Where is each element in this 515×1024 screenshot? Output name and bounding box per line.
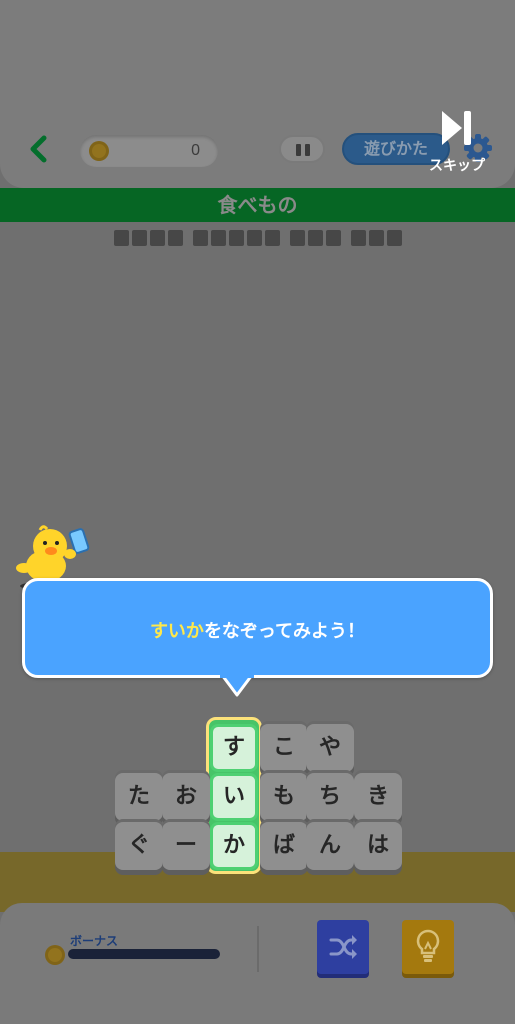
- tutorial-bubble: すいかをなぞってみよう！: [22, 578, 493, 678]
- letter-tile[interactable]: ば: [260, 822, 308, 870]
- letter-tile[interactable]: ち: [306, 773, 354, 821]
- skip-button[interactable]: スキップ: [424, 108, 490, 174]
- tutorial-message: すいかをなぞってみよう！: [25, 617, 490, 643]
- bonus-progress-bar: [68, 949, 220, 959]
- letter-tile[interactable]: か: [210, 822, 258, 870]
- letter-tile[interactable]: た: [115, 773, 163, 821]
- letter-tile[interactable]: は: [354, 822, 402, 870]
- tutorial-highlight-word: すいか: [149, 621, 204, 642]
- hidden-words: [0, 230, 515, 246]
- letter-tile[interactable]: お: [162, 773, 210, 821]
- bonus-label: ボーナス: [70, 934, 119, 948]
- category-title: 食べもの: [0, 188, 515, 222]
- hidden-word-slot: [113, 230, 183, 246]
- letter-tile[interactable]: ん: [306, 822, 354, 870]
- shuffle-icon: [329, 935, 357, 959]
- pause-button[interactable]: [279, 135, 325, 163]
- coin-counter: 0: [80, 135, 218, 167]
- letter-tile[interactable]: や: [306, 724, 354, 772]
- coin-count: 0: [191, 142, 200, 159]
- letter-tile[interactable]: い: [210, 773, 258, 821]
- skip-icon: [442, 111, 471, 145]
- lightbulb-icon: [416, 929, 440, 962]
- back-button[interactable]: [24, 130, 54, 168]
- letter-tile[interactable]: ー: [162, 822, 210, 870]
- hint-button[interactable]: [402, 920, 454, 974]
- bubble-tail: [220, 675, 254, 697]
- hidden-word-slot: [192, 230, 280, 246]
- skip-label: スキップ: [429, 158, 485, 174]
- hidden-word-slot: [289, 230, 341, 246]
- pause-icon-bar: [305, 144, 310, 156]
- divider: [257, 926, 259, 972]
- letter-tile[interactable]: き: [354, 773, 402, 821]
- back-arrow-icon: [30, 135, 47, 163]
- letter-tile[interactable]: す: [210, 724, 258, 772]
- coin-icon: [89, 141, 109, 161]
- letter-tile[interactable]: ぐ: [115, 822, 163, 870]
- tutorial-instruction: をなぞってみよう！: [203, 621, 366, 642]
- letter-tile[interactable]: も: [260, 773, 308, 821]
- hidden-word-slot: [350, 230, 402, 246]
- letter-tile[interactable]: こ: [260, 724, 308, 772]
- shuffle-button[interactable]: [317, 920, 369, 974]
- pause-icon: [296, 144, 301, 156]
- bonus-coin-icon: [45, 945, 65, 965]
